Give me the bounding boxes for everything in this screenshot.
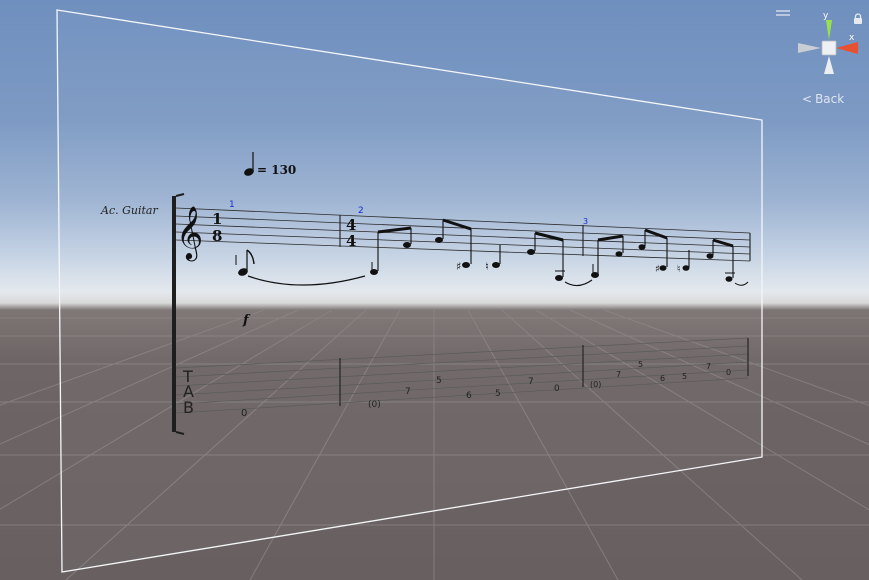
svg-text:♮: ♮ [677, 264, 681, 275]
tab-number: 6 [660, 374, 665, 383]
tab-number: 5 [495, 389, 501, 399]
negative-y-axis-cone-icon [824, 56, 834, 74]
lock-icon[interactable] [853, 10, 863, 24]
tab-number: 6 [466, 391, 472, 401]
scene-view[interactable]: = 130 Ac. Guitar 𝄞 1 8 4 4 1 2 3 ♯ ♮ ♯ ♮… [0, 0, 869, 580]
treble-clef-icon: 𝄞 [176, 205, 203, 261]
tab-number: 5 [682, 372, 687, 381]
tab-clef-letter: B [183, 398, 194, 417]
tempo-text: = 130 [257, 163, 296, 177]
back-chevron-icon: < [802, 92, 813, 106]
measure-number: 3 [583, 217, 588, 226]
tab-number: 7 [706, 362, 711, 371]
x-axis-cone-icon [836, 42, 858, 54]
tab-number: 0 [554, 384, 560, 394]
measure-number: 2 [358, 206, 364, 216]
gizmo-center-cube-icon [821, 40, 837, 56]
tab-number: 7 [405, 387, 411, 397]
y-axis-cone-icon [826, 20, 832, 40]
tab-number: 5 [436, 376, 442, 386]
svg-text:♮: ♮ [485, 260, 489, 273]
back-button[interactable]: < Back [802, 90, 844, 108]
tab-number: 5 [638, 360, 643, 369]
sheet-plane-outline[interactable] [56, 9, 763, 573]
back-label: Back [815, 92, 845, 106]
tab-number: 0 [726, 368, 731, 377]
time-signature-bottom: 8 [212, 227, 222, 245]
x-axis-label: x [849, 33, 855, 43]
time-signature-bottom: 4 [346, 232, 356, 250]
svg-text:♯: ♯ [456, 260, 461, 273]
svg-text:♯: ♯ [655, 264, 660, 275]
tab-number: 7 [528, 377, 534, 387]
tab-number: 7 [616, 370, 621, 379]
tab-number: 0 [241, 408, 247, 419]
measure-number: 1 [229, 200, 235, 210]
tab-number: (0) [590, 380, 601, 389]
time-signature-top: 1 [212, 210, 222, 228]
instrument-label: Ac. Guitar [100, 204, 158, 217]
tab-number: (0) [368, 400, 381, 410]
y-axis-label: y [823, 11, 829, 21]
negative-x-axis-cone-icon [798, 43, 821, 53]
orientation-gizmo-icon[interactable]: y x [798, 11, 858, 74]
menu-icon[interactable] [775, 2, 791, 16]
